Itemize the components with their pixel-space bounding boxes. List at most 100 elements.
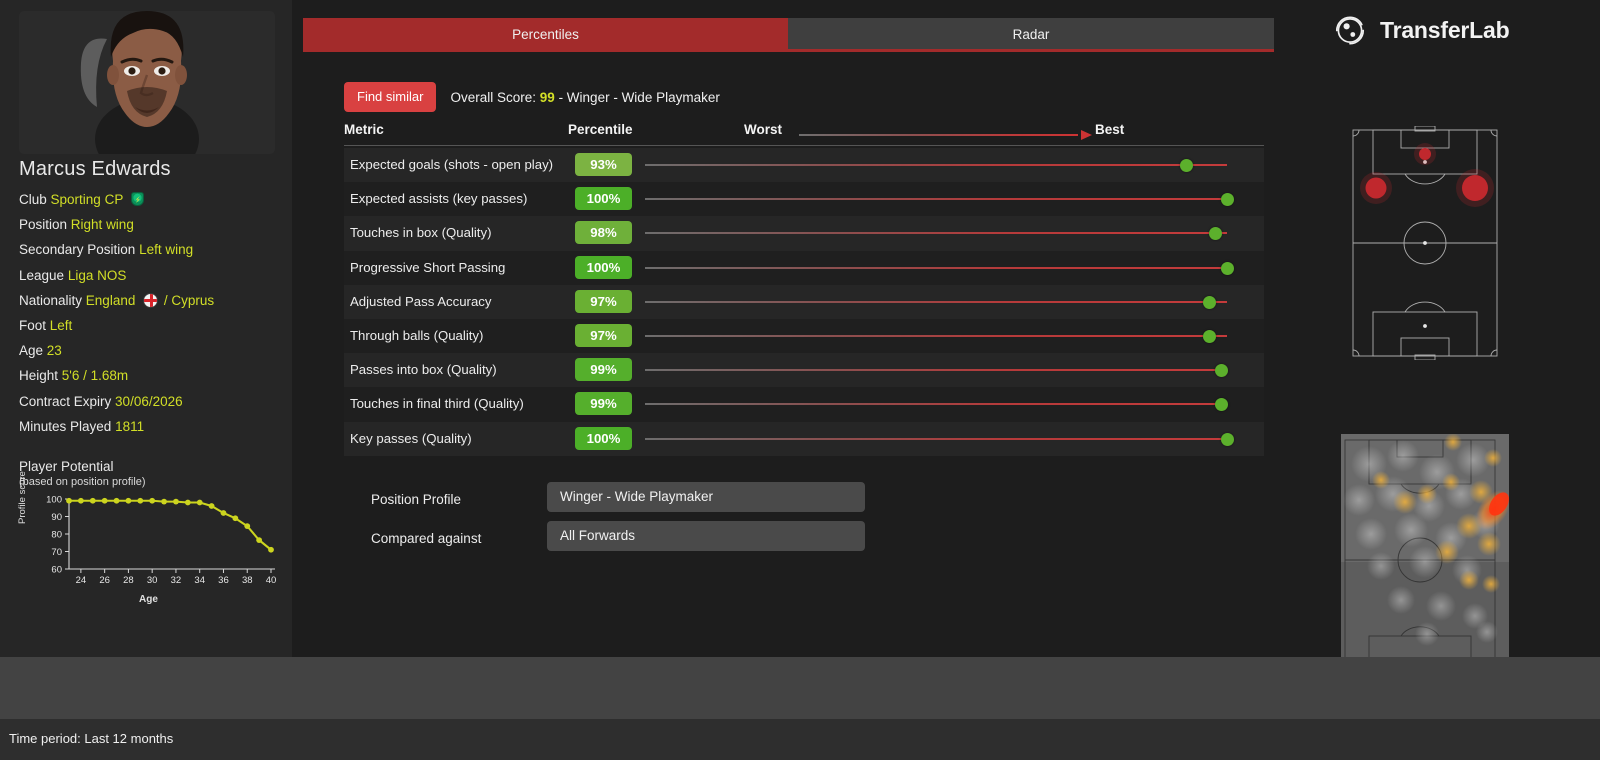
attr-value: 23 bbox=[46, 343, 62, 359]
svg-text:38: 38 bbox=[242, 575, 253, 586]
potential-subtitle: (based on position profile) bbox=[19, 476, 146, 488]
compared-against-select[interactable]: All Forwards bbox=[547, 521, 865, 551]
page-title: Marcus Edwards bbox=[19, 158, 171, 180]
tab-percentiles[interactable]: Percentiles bbox=[303, 18, 788, 52]
attr-value: Left wing bbox=[139, 242, 194, 258]
percentile-badge: 93% bbox=[575, 153, 632, 176]
england-flag-icon bbox=[143, 292, 159, 308]
percentile-badge: 99% bbox=[575, 358, 632, 382]
svg-text:32: 32 bbox=[171, 575, 182, 586]
svg-text:24: 24 bbox=[76, 575, 87, 586]
attr-age: Age 23 bbox=[19, 338, 289, 363]
column-header-percentile: Percentile bbox=[568, 122, 633, 137]
metrics-table: Expected goals (shots - open play) 93% Exp… bbox=[344, 148, 1264, 456]
overall-score-text: Overall Score: 99 - Winger - Wide Playma… bbox=[450, 90, 719, 105]
attr-value: Left bbox=[49, 318, 73, 334]
position-map bbox=[1349, 125, 1501, 361]
attr-value-secondary: Cyprus bbox=[171, 292, 215, 308]
percentile-marker bbox=[1179, 159, 1193, 172]
metric-name: Passes into box (Quality) bbox=[350, 362, 497, 378]
filter-controls: Position Profile Winger - Wide Playmaker… bbox=[344, 482, 1174, 560]
attr-label: Age bbox=[19, 343, 44, 359]
percentile-badge: 100% bbox=[575, 187, 632, 211]
table-row[interactable]: Touches in box (Quality) 98% bbox=[344, 216, 1264, 251]
percentile-scale bbox=[645, 164, 1227, 166]
svg-text:34: 34 bbox=[194, 575, 205, 586]
svg-text:90: 90 bbox=[51, 512, 62, 523]
column-header-metric: Metric bbox=[344, 122, 384, 137]
attr-contract-expiry: Contract Expiry 30/06/2026 bbox=[19, 389, 289, 414]
svg-text:80: 80 bbox=[51, 529, 62, 540]
summary-row: Find similar Overall Score: 99 - Winger … bbox=[344, 82, 720, 112]
position-dot-left-wing bbox=[1360, 172, 1392, 204]
attr-label: Height bbox=[19, 368, 59, 384]
svg-text:28: 28 bbox=[123, 575, 134, 586]
metric-name: Progressive Short Passing bbox=[350, 259, 506, 275]
percentile-marker bbox=[1220, 261, 1234, 275]
attr-value: 1811 bbox=[115, 418, 145, 434]
percentile-badge: 97% bbox=[575, 289, 632, 313]
attr-label: Position bbox=[19, 217, 68, 233]
metric-name: Through balls (Quality) bbox=[350, 327, 484, 343]
metric-name: Expected goals (shots - open play) bbox=[350, 157, 554, 172]
percentile-badge: 98% bbox=[575, 221, 632, 245]
player-info-panel: Marcus Edwards Club Sporting CP Position… bbox=[0, 0, 292, 657]
attr-club: Club Sporting CP bbox=[19, 187, 289, 212]
svg-text:30: 30 bbox=[147, 575, 158, 586]
worst-to-best-arrow-icon bbox=[799, 130, 1092, 140]
player-potential-chart: Player Potential (based on position prof… bbox=[17, 459, 281, 610]
metric-name: Adjusted Pass Accuracy bbox=[350, 293, 492, 309]
percentile-badge: 100% bbox=[575, 426, 632, 450]
metric-name: Expected assists (key passes) bbox=[350, 191, 528, 207]
percentile-badge: 100% bbox=[575, 255, 632, 279]
player-portrait-icon bbox=[19, 11, 275, 154]
table-row[interactable]: Passes into box (Quality) 99% bbox=[344, 353, 1264, 388]
attr-foot: Foot Left bbox=[19, 313, 289, 338]
potential-title: Player Potential bbox=[19, 459, 114, 474]
position-profile-row: Position Profile Winger - Wide Playmaker bbox=[344, 482, 1174, 521]
svg-text:60: 60 bbox=[51, 564, 62, 575]
overall-score-suffix: - Winger - Wide Playmaker bbox=[558, 89, 720, 105]
table-row[interactable]: Key passes (Quality) 100% bbox=[344, 421, 1264, 456]
brand-name: TransferLab bbox=[1380, 16, 1510, 43]
table-row[interactable]: Expected assists (key passes) 100% bbox=[344, 182, 1264, 217]
player-photo bbox=[19, 11, 275, 154]
potential-x-axis-label: Age bbox=[139, 594, 158, 605]
svg-text:40: 40 bbox=[266, 575, 277, 586]
attr-position: Position Right wing bbox=[19, 212, 289, 237]
position-dot-striker bbox=[1414, 143, 1436, 165]
attr-label: Nationality bbox=[19, 292, 83, 308]
club-crest-icon bbox=[130, 192, 144, 206]
column-header-worst: Worst bbox=[744, 122, 783, 137]
app-root: Marcus Edwards Club Sporting CP Position… bbox=[0, 0, 1600, 760]
tab-radar[interactable]: Radar bbox=[788, 18, 1274, 52]
percentile-marker bbox=[1203, 329, 1217, 343]
find-similar-button[interactable]: Find similar bbox=[344, 82, 437, 112]
attr-nationality: Nationality England / Cyprus bbox=[19, 288, 289, 313]
bottom-bar bbox=[0, 657, 1600, 719]
overall-score-value: 99 bbox=[539, 89, 555, 105]
position-profile-select[interactable]: Winger - Wide Playmaker bbox=[547, 482, 865, 512]
percentile-scale bbox=[645, 232, 1227, 235]
attr-value: Liga NOS bbox=[67, 267, 127, 283]
metric-name: Touches in box (Quality) bbox=[350, 225, 492, 241]
metric-name: Touches in final third (Quality) bbox=[350, 396, 524, 412]
attr-value: 30/06/2026 bbox=[115, 393, 183, 409]
svg-text:36: 36 bbox=[218, 575, 229, 586]
percentile-badge: 99% bbox=[575, 392, 632, 416]
svg-text:26: 26 bbox=[99, 575, 110, 586]
table-row[interactable]: Through balls (Quality) 97% bbox=[344, 318, 1264, 354]
potential-plot: 60 70 80 90 100 24 26 28 30 32 34 36 38 40 bbox=[46, 494, 277, 586]
percentile-scale bbox=[645, 437, 1227, 440]
overall-score-prefix: Overall Score: bbox=[450, 89, 536, 105]
attr-value: Sporting CP bbox=[50, 192, 124, 207]
table-row[interactable]: Progressive Short Passing 100% bbox=[344, 250, 1264, 285]
percentile-scale bbox=[645, 198, 1227, 201]
player-attributes: Club Sporting CP Position Right wing Sec… bbox=[19, 187, 289, 439]
table-row[interactable]: Touches in final third (Quality) 99% bbox=[344, 387, 1264, 422]
percentile-scale bbox=[645, 369, 1227, 372]
percentile-marker bbox=[1214, 364, 1228, 378]
compared-against-label: Compared against bbox=[371, 531, 482, 546]
table-row[interactable]: Expected goals (shots - open play) 93% bbox=[344, 148, 1264, 183]
table-row[interactable]: Adjusted Pass Accuracy 97% bbox=[344, 284, 1264, 319]
